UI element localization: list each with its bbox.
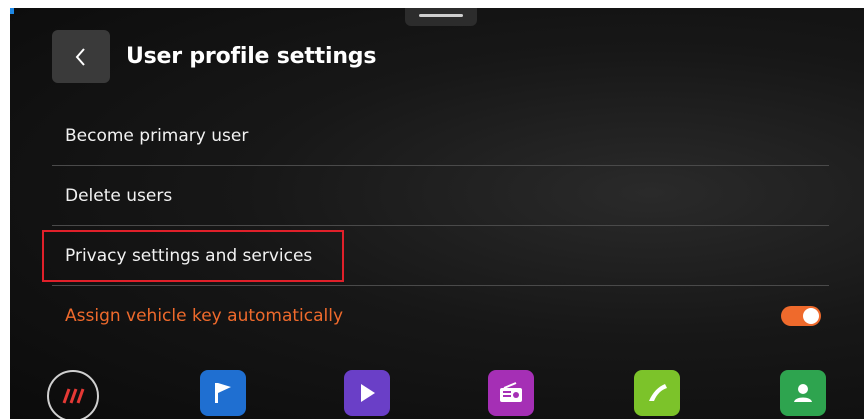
chevron-left-icon [75, 47, 85, 66]
phone-app-button[interactable] [634, 370, 680, 416]
navigation-app-button[interactable] [200, 370, 246, 416]
pull-down-handle[interactable] [405, 8, 477, 26]
blue-corner-mark [10, 8, 14, 14]
menu-item-label: Privacy settings and services [65, 245, 313, 266]
contacts-icon [794, 384, 812, 402]
contacts-app-button[interactable] [780, 370, 826, 416]
settings-menu: Become primary user Delete users Privacy… [42, 106, 829, 346]
menu-item-label: Become primary user [65, 125, 249, 146]
toggle-knob [803, 308, 819, 324]
header: User profile settings [52, 30, 376, 83]
page-title: User profile settings [126, 44, 377, 69]
flag-icon [215, 383, 231, 403]
menu-item-label: Delete users [65, 185, 173, 206]
radio-app-button[interactable] [488, 370, 534, 416]
back-button[interactable] [52, 30, 110, 83]
assign-key-toggle[interactable] [781, 306, 821, 326]
radio-icon [500, 382, 522, 402]
play-icon [361, 384, 375, 402]
menu-item-delete-users[interactable]: Delete users [52, 166, 829, 226]
phone-icon [649, 384, 667, 401]
app-dock [10, 358, 864, 419]
screen-frame: User profile settings Become primary use… [10, 8, 864, 419]
menu-item-label: Assign vehicle key automatically [65, 306, 344, 326]
menu-item-become-primary-user[interactable]: Become primary user [52, 106, 829, 166]
home-button[interactable] [47, 370, 99, 419]
home-icon [62, 388, 85, 404]
menu-item-assign-vehicle-key[interactable]: Assign vehicle key automatically [52, 286, 829, 346]
media-app-button[interactable] [344, 370, 390, 416]
menu-item-privacy-settings[interactable]: Privacy settings and services [42, 226, 829, 286]
